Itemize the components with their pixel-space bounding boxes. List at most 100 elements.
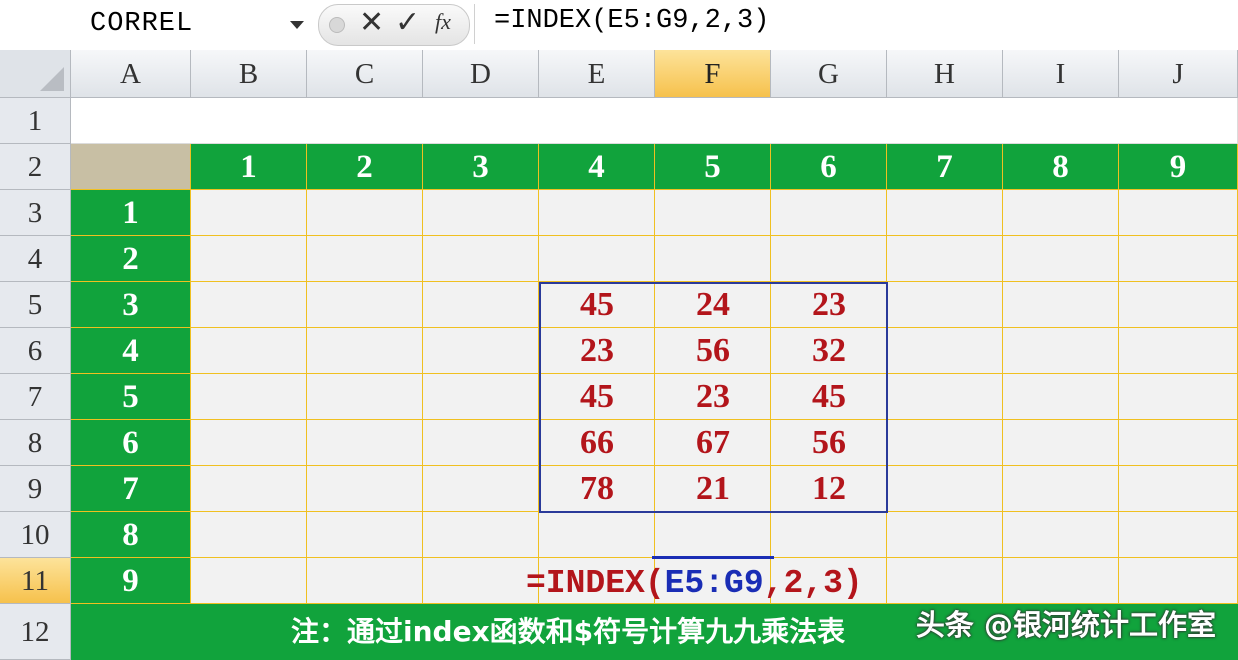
- grid-cell[interactable]: [191, 420, 307, 466]
- left-header-number[interactable]: 9: [71, 558, 191, 604]
- grid-cell[interactable]: [1003, 190, 1119, 236]
- name-box-value[interactable]: CORREL: [90, 9, 193, 39]
- row-header-8[interactable]: 8: [0, 420, 71, 466]
- grid-cell[interactable]: [887, 236, 1003, 282]
- grid-cell[interactable]: [771, 236, 887, 282]
- left-header-number[interactable]: 2: [71, 236, 191, 282]
- grid-cell[interactable]: [423, 512, 539, 558]
- grid-cell[interactable]: [191, 190, 307, 236]
- grid-cell[interactable]: [771, 512, 887, 558]
- column-header-c[interactable]: C: [307, 50, 423, 98]
- grid-cell[interactable]: [423, 558, 539, 604]
- grid-cell[interactable]: [1003, 466, 1119, 512]
- grid-cell[interactable]: [307, 190, 423, 236]
- top-header-number[interactable]: 6: [771, 144, 887, 190]
- grid-cell[interactable]: [1119, 190, 1238, 236]
- column-header-e[interactable]: E: [539, 50, 655, 98]
- grid-cell[interactable]: [887, 374, 1003, 420]
- insert-function-icon[interactable]: fx: [435, 9, 451, 35]
- column-header-j[interactable]: J: [1119, 50, 1238, 98]
- grid-cell[interactable]: [1119, 374, 1238, 420]
- left-header-number[interactable]: 8: [71, 512, 191, 558]
- grid-cell[interactable]: [1119, 420, 1238, 466]
- grid-cell[interactable]: [307, 558, 423, 604]
- left-header-number[interactable]: 6: [71, 420, 191, 466]
- grid-cell[interactable]: [1119, 328, 1238, 374]
- grid-cell[interactable]: [423, 190, 539, 236]
- grid-cell[interactable]: [1119, 512, 1238, 558]
- grid-cell[interactable]: [887, 190, 1003, 236]
- row-header-10[interactable]: 10: [0, 512, 71, 558]
- grid-cell[interactable]: [191, 282, 307, 328]
- row-header-7[interactable]: 7: [0, 374, 71, 420]
- grid-cell[interactable]: [423, 466, 539, 512]
- grid-cell[interactable]: [539, 512, 655, 558]
- row-header-4[interactable]: 4: [0, 236, 71, 282]
- grid-cell[interactable]: [887, 466, 1003, 512]
- chevron-down-icon[interactable]: [290, 21, 304, 29]
- grid-cell[interactable]: [307, 420, 423, 466]
- row-header-3[interactable]: 3: [0, 190, 71, 236]
- grid-cell[interactable]: [307, 282, 423, 328]
- column-header-d[interactable]: D: [423, 50, 539, 98]
- row-header-1[interactable]: 1: [0, 98, 71, 144]
- select-all-button[interactable]: [0, 50, 71, 98]
- row-header-6[interactable]: 6: [0, 328, 71, 374]
- grid-cell[interactable]: [887, 558, 1003, 604]
- grid-cell[interactable]: [423, 420, 539, 466]
- grid-cell[interactable]: [307, 236, 423, 282]
- cell-formula-text[interactable]: =INDEX(E5:G9,2,3): [526, 558, 863, 604]
- row-header-9[interactable]: 9: [0, 466, 71, 512]
- row-header-5[interactable]: 5: [0, 282, 71, 328]
- left-header-number[interactable]: 1: [71, 190, 191, 236]
- grid-cell[interactable]: [191, 466, 307, 512]
- grid-cell[interactable]: [771, 190, 887, 236]
- grid-cell[interactable]: [1119, 466, 1238, 512]
- grid-cell[interactable]: [1003, 374, 1119, 420]
- grid-cell[interactable]: [307, 466, 423, 512]
- formula-input[interactable]: =INDEX(E5:G9,2,3): [494, 6, 769, 36]
- grid-cell[interactable]: [191, 558, 307, 604]
- grid-cell[interactable]: [1003, 420, 1119, 466]
- top-header-number[interactable]: 9: [1119, 144, 1238, 190]
- column-header-i[interactable]: I: [1003, 50, 1119, 98]
- row-1-cells[interactable]: [71, 98, 1238, 144]
- grid-cell[interactable]: [191, 236, 307, 282]
- grid-cell[interactable]: [1003, 236, 1119, 282]
- grid-cell[interactable]: [191, 512, 307, 558]
- left-header-number[interactable]: 7: [71, 466, 191, 512]
- grid-cell[interactable]: [539, 190, 655, 236]
- grid-cell[interactable]: [1003, 558, 1119, 604]
- grid-cell[interactable]: [1119, 236, 1238, 282]
- grid-cell[interactable]: [1003, 512, 1119, 558]
- header-corner-cell[interactable]: [71, 144, 191, 190]
- grid-cell[interactable]: [307, 328, 423, 374]
- grid-cell[interactable]: [1119, 282, 1238, 328]
- top-header-number[interactable]: 4: [539, 144, 655, 190]
- top-header-number[interactable]: 2: [307, 144, 423, 190]
- grid-cell[interactable]: [307, 374, 423, 420]
- grid-cell[interactable]: [1003, 282, 1119, 328]
- top-header-number[interactable]: 5: [655, 144, 771, 190]
- top-header-number[interactable]: 8: [1003, 144, 1119, 190]
- grid-cell[interactable]: [887, 282, 1003, 328]
- left-header-number[interactable]: 4: [71, 328, 191, 374]
- grid-cell[interactable]: [655, 512, 771, 558]
- name-box[interactable]: CORREL: [0, 3, 316, 45]
- close-icon[interactable]: ✕: [359, 5, 384, 40]
- top-header-number[interactable]: 7: [887, 144, 1003, 190]
- grid-cell[interactable]: [1003, 328, 1119, 374]
- grid-cell[interactable]: [887, 328, 1003, 374]
- check-icon[interactable]: ✓: [395, 5, 420, 40]
- grid-cell[interactable]: [655, 236, 771, 282]
- column-header-a[interactable]: A: [71, 50, 191, 98]
- left-header-number[interactable]: 5: [71, 374, 191, 420]
- left-header-number[interactable]: 3: [71, 282, 191, 328]
- grid-cell[interactable]: [191, 374, 307, 420]
- grid-cell[interactable]: [307, 512, 423, 558]
- spreadsheet-grid[interactable]: A B C D E F G H I J 1 2 3 4 5 6 7 8 9 10 11 12 1 2 3 4 5 6 7 8 9 1 2 3 4 5 6…: [0, 50, 1238, 660]
- grid-cell[interactable]: [423, 282, 539, 328]
- row-header-11[interactable]: 11: [0, 558, 71, 604]
- grid-cell[interactable]: [887, 420, 1003, 466]
- column-header-f[interactable]: F: [655, 50, 771, 98]
